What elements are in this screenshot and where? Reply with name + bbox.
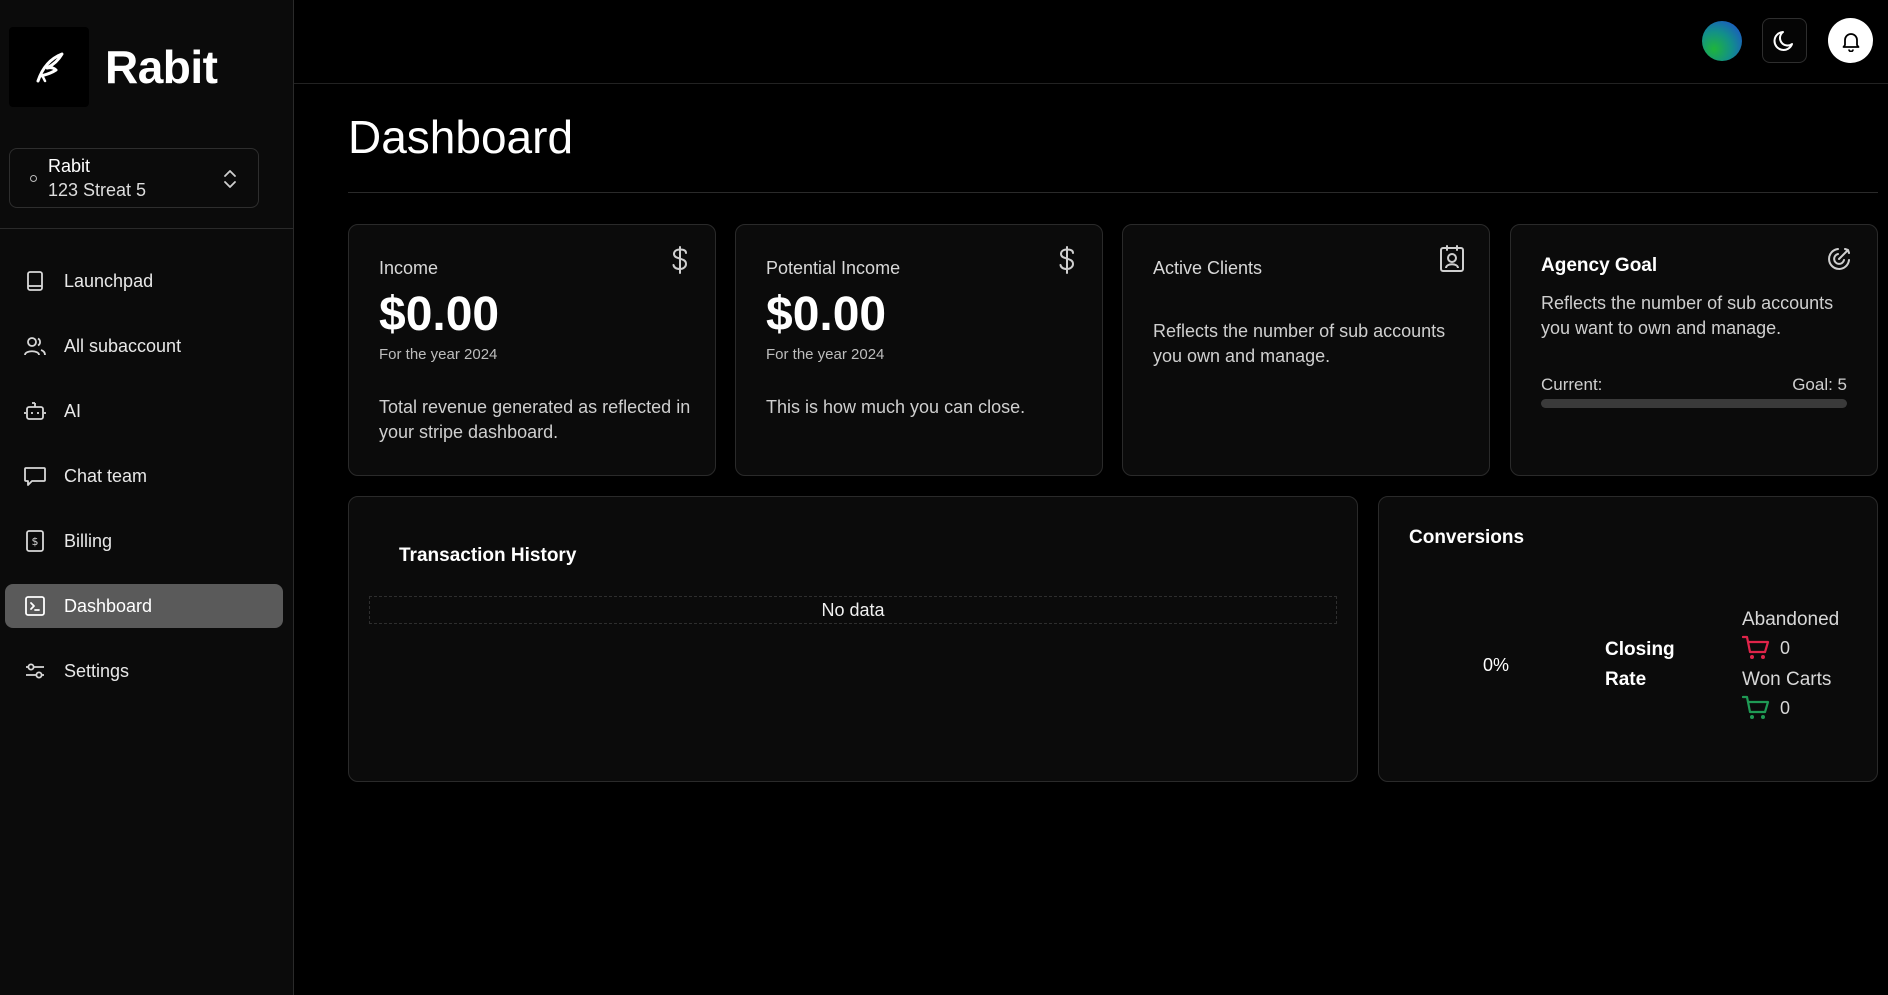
dollar-icon: [1059, 246, 1075, 274]
goal-progress-bar: [1541, 399, 1847, 408]
potential-income-period: For the year 2024: [766, 346, 885, 363]
goal-current-label: Current:: [1541, 375, 1603, 394]
abandoned-value: 0: [1780, 637, 1791, 658]
income-label: Income: [379, 258, 439, 278]
won-carts-value: 0: [1780, 697, 1791, 718]
closing-rate-label: Closing Rate: [1605, 639, 1675, 690]
sidebar-item-label: Launchpad: [64, 270, 154, 291]
chat-icon: [23, 464, 47, 488]
svg-text:$: $: [32, 535, 39, 548]
transaction-history-card: Transaction History No data: [348, 496, 1358, 782]
sidebar-divider: [0, 228, 294, 229]
won-carts-stat: 0: [1742, 695, 1790, 721]
agency-goal-title: Agency Goal: [1541, 255, 1658, 276]
active-clients-description: Reflects the number of sub accounts you …: [1153, 321, 1446, 366]
notifications-button[interactable]: [1828, 18, 1873, 63]
receipt-icon: $: [23, 529, 47, 553]
sidebar-item-chat-team[interactable]: Chat team: [5, 454, 283, 498]
sidebar-item-label: AI: [64, 400, 82, 421]
account-address: 123 Streat 5: [48, 180, 147, 200]
active-clients-label: Active Clients: [1153, 258, 1263, 278]
active-clients-card: Active Clients Reflects the number of su…: [1122, 224, 1490, 476]
transaction-history-title: Transaction History: [399, 545, 577, 566]
title-divider: [348, 192, 1878, 193]
topbar: [294, 0, 1888, 84]
app-root: Rabit Rabit 123 Streat 5 Launchpad All s: [0, 0, 1888, 995]
sidebar-item-label: Settings: [64, 660, 130, 681]
brand-name: Rabit: [105, 41, 218, 93]
sidebar-item-label: Dashboard: [64, 595, 153, 616]
sidebar-item-settings[interactable]: Settings: [5, 649, 283, 693]
abandoned-label: Abandoned: [1742, 609, 1840, 630]
abandoned-stat: 0: [1742, 635, 1790, 661]
conversions-title: Conversions: [1409, 527, 1525, 548]
goal-target-icon: [1828, 248, 1850, 270]
sidebar: Rabit Rabit 123 Streat 5 Launchpad All s: [0, 0, 294, 995]
shopping-cart-icon: [1742, 695, 1770, 719]
transaction-empty-state: No data: [369, 596, 1337, 624]
sidebar-item-launchpad[interactable]: Launchpad: [5, 259, 283, 303]
book-icon: [23, 269, 47, 293]
sidebar-item-billing[interactable]: $ Billing: [5, 519, 283, 563]
won-carts-label: Won Carts: [1742, 669, 1832, 690]
conversion-percent: 0%: [1483, 655, 1510, 675]
bot-icon: [23, 399, 47, 423]
sidebar-item-all-subaccount[interactable]: All subaccount: [5, 324, 283, 368]
shopping-cart-icon: [1742, 635, 1770, 659]
moon-icon: [1773, 30, 1793, 51]
quill-logo-icon: [36, 52, 64, 83]
income-description: Total revenue generated as reflected in …: [379, 397, 691, 442]
user-avatar[interactable]: [1702, 21, 1742, 61]
terminal-icon: [23, 594, 47, 618]
goal-target-label: Goal: 5: [1792, 375, 1847, 394]
contact-icon: [1440, 245, 1464, 272]
sliders-icon: [23, 659, 47, 683]
sidebar-item-label: Chat team: [64, 465, 148, 486]
brand-logo[interactable]: [9, 27, 89, 107]
sidebar-item-label: All subaccount: [64, 335, 182, 356]
agency-goal-description: Reflects the number of sub accounts you …: [1541, 293, 1834, 338]
potential-income-description: This is how much you can close.: [766, 397, 1026, 417]
sidebar-item-dashboard[interactable]: Dashboard: [5, 584, 283, 628]
account-name: Rabit: [48, 156, 91, 176]
page-title: Dashboard: [348, 111, 574, 163]
sidebar-item-ai[interactable]: AI: [5, 389, 283, 433]
sidebar-nav: Launchpad All subaccount AI Chat team $ …: [5, 259, 283, 714]
account-switcher[interactable]: Rabit 123 Streat 5: [9, 148, 259, 208]
agency-goal-labels: Current: Goal: 5: [1541, 375, 1847, 395]
agency-goal-card: Agency Goal Reflects the number of sub a…: [1510, 224, 1878, 476]
potential-income-label: Potential Income: [766, 258, 901, 278]
bell-icon: [1842, 32, 1859, 52]
chevrons-up-down-icon: [224, 170, 236, 188]
sidebar-item-label: Billing: [64, 530, 113, 551]
income-period: For the year 2024: [379, 346, 498, 363]
account-status-icon: [30, 175, 37, 182]
dollar-icon: [672, 246, 688, 274]
income-value: $0.00: [379, 288, 500, 341]
theme-toggle-button[interactable]: [1762, 18, 1807, 63]
potential-income-card: Potential Income $0.00 For the year 2024…: [735, 224, 1103, 476]
users-icon: [23, 334, 47, 358]
conversions-card: Conversions 0% Closing Rate Abandoned 0 …: [1378, 496, 1878, 782]
income-card: Income $0.00 For the year 2024 Total rev…: [348, 224, 716, 476]
potential-income-value: $0.00: [766, 288, 887, 341]
